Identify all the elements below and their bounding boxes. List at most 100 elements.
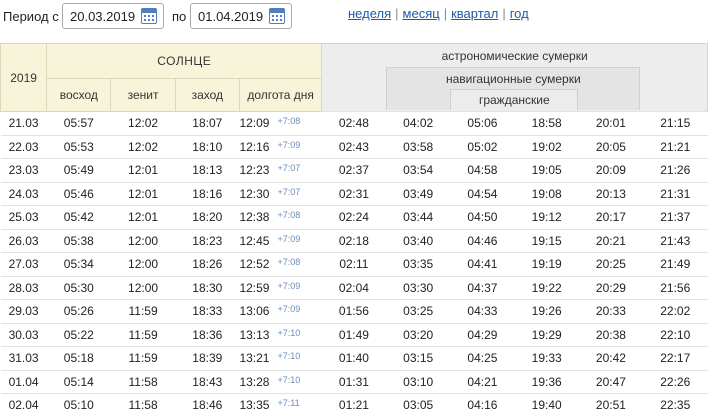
- table-row: 02.04 05:10 11:58 18:46 13:35 +7:11 01:21 03:05…: [0, 393, 708, 417]
- link-month[interactable]: месяц: [403, 6, 440, 21]
- astronomical-dusk-cell: 22:10: [643, 322, 708, 347]
- nautical-dawn-cell: 03:44: [386, 205, 451, 229]
- nautical-dawn-cell: 03:40: [386, 228, 451, 253]
- sunrise-cell: 05:14: [46, 369, 111, 394]
- nautical-dawn-cell: 03:35: [386, 252, 451, 276]
- astronomical-dusk-cell: 22:17: [643, 346, 708, 370]
- nautical-twilight-box: навигационные сумерки гражданские: [386, 67, 641, 110]
- date-cell: 21.03: [0, 111, 47, 135]
- link-quarter[interactable]: квартал: [451, 6, 498, 21]
- astronomical-dusk-cell: 21:21: [643, 134, 708, 159]
- zenith-cell: 12:01: [110, 205, 176, 229]
- sunset-cell: 18:36: [175, 322, 240, 347]
- day-length-delta: +7:10: [277, 327, 301, 338]
- day-length-delta: +7:11: [277, 398, 300, 409]
- nautical-dusk-cell: 20:21: [578, 228, 644, 253]
- table-row: 24.03 05:46 12:01 18:16 12:30 +7:07 02:31 03:49…: [0, 181, 708, 206]
- range-links: неделя | месяц | квартал | год: [348, 6, 529, 21]
- date-to-field[interactable]: 01.04.2019: [190, 3, 292, 29]
- link-week[interactable]: неделя: [348, 6, 391, 21]
- date-cell: 01.04: [0, 369, 47, 394]
- table-row: 30.03 05:22 11:59 18:36 13:13 +7:10 01:49 03:20…: [0, 322, 708, 347]
- nautical-dusk-cell: 20:05: [578, 134, 644, 159]
- civil-dusk-cell: 19:36: [514, 369, 579, 394]
- astronomical-dusk-cell: 22:35: [643, 393, 708, 417]
- day-length-cell: 12:38 +7:08: [239, 205, 322, 229]
- sun-header: СОЛНЦЕ: [46, 43, 323, 79]
- zenith-cell: 12:02: [110, 134, 176, 159]
- sunrise-cell: 05:30: [46, 275, 111, 300]
- date-from-field[interactable]: 20.03.2019: [62, 3, 164, 29]
- day-length-cell: 13:06 +7:09: [239, 299, 322, 323]
- day-length-cell: 12:16 +7:09: [239, 134, 322, 159]
- sunrise-cell: 05:42: [46, 205, 111, 229]
- civil-dawn-cell: 04:58: [450, 158, 515, 182]
- zenith-cell: 12:00: [110, 275, 176, 300]
- day-length-value: 13:35: [239, 398, 270, 413]
- table-row: 01.04 05:14 11:58 18:43 13:28 +7:10 01:31 03:10…: [0, 369, 708, 394]
- civil-twilight-label: гражданские: [478, 93, 550, 107]
- civil-dusk-cell: 19:22: [514, 275, 579, 300]
- day-length-value: 12:38: [239, 210, 270, 225]
- civil-dawn-cell: 04:33: [450, 299, 515, 323]
- day-length-value: 13:21: [239, 351, 270, 366]
- date-cell: 22.03: [0, 134, 47, 159]
- civil-dusk-cell: 19:02: [514, 134, 579, 159]
- day-length-cell: 13:21 +7:10: [239, 346, 322, 370]
- zenith-cell: 11:58: [110, 369, 176, 394]
- civil-dusk-cell: 19:19: [514, 252, 579, 276]
- table-row: 29.03 05:26 11:59 18:33 13:06 +7:09 01:56 03:25…: [0, 299, 708, 323]
- sunset-cell: 18:46: [175, 393, 240, 417]
- sunrise-cell: 05:22: [46, 322, 111, 347]
- astronomical-dusk-cell: 22:02: [643, 299, 708, 323]
- civil-dawn-cell: 05:06: [450, 111, 515, 135]
- date-cell: 24.03: [0, 181, 47, 206]
- astronomical-dusk-cell: 21:15: [643, 111, 708, 135]
- sunrise-cell: 05:10: [46, 393, 111, 417]
- sunset-cell: 18:10: [175, 134, 240, 159]
- sunrise-cell: 05:57: [46, 111, 111, 135]
- link-year[interactable]: год: [510, 6, 529, 21]
- table-body: 21.03 05:57 12:02 18:07 12:09 +7:08 02:48 04:02…: [0, 111, 708, 417]
- astronomical-dusk-cell: 21:49: [643, 252, 708, 276]
- table-row: 31.03 05:18 11:59 18:39 13:21 +7:10 01:40 03:15…: [0, 346, 708, 370]
- day-length-value: 12:16: [239, 139, 270, 154]
- day-length-cell: 13:35 +7:11: [239, 393, 322, 417]
- sunrise-cell: 05:46: [46, 181, 111, 206]
- sunset-cell: 18:20: [175, 205, 240, 229]
- astronomical-dusk-cell: 21:43: [643, 228, 708, 253]
- day-length-cell: 12:23 +7:07: [239, 158, 322, 182]
- zenith-cell: 11:58: [110, 393, 176, 417]
- nautical-dawn-cell: 03:54: [386, 158, 451, 182]
- calendar-icon[interactable]: [141, 8, 157, 24]
- sunrise-cell: 05:49: [46, 158, 111, 182]
- day-length-value: 12:52: [239, 257, 270, 272]
- astronomical-dawn-cell: 01:49: [321, 322, 387, 347]
- civil-dawn-cell: 04:16: [450, 393, 515, 417]
- sunrise-cell: 05:53: [46, 134, 111, 159]
- nautical-dawn-cell: 03:05: [386, 393, 451, 417]
- table-row: 25.03 05:42 12:01 18:20 12:38 +7:08 02:24 03:44…: [0, 205, 708, 229]
- table-row: 21.03 05:57 12:02 18:07 12:09 +7:08 02:48 04:02…: [0, 111, 708, 135]
- calendar-icon[interactable]: [269, 8, 285, 24]
- sunrise-cell: 05:26: [46, 299, 111, 323]
- sunset-cell: 18:07: [175, 111, 240, 135]
- period-bar: Период с 20.03.2019 по 01.04.2019 неделя…: [0, 0, 708, 42]
- civil-dawn-cell: 04:54: [450, 181, 515, 206]
- astronomical-dawn-cell: 02:18: [321, 228, 387, 253]
- day-length-value: 12:09: [239, 116, 270, 131]
- civil-dawn-cell: 04:29: [450, 322, 515, 347]
- nautical-dusk-cell: 20:17: [578, 205, 644, 229]
- sunrise-cell: 05:18: [46, 346, 111, 370]
- astronomical-twilight-label: астрономические сумерки: [441, 49, 588, 63]
- col-sunset: заход: [174, 78, 240, 112]
- day-length-value: 12:45: [239, 233, 270, 248]
- zenith-cell: 12:01: [110, 181, 176, 206]
- astronomical-dawn-cell: 01:31: [321, 369, 387, 394]
- zenith-cell: 12:02: [110, 111, 176, 135]
- year-header: 2019: [0, 43, 48, 112]
- nautical-dusk-cell: 20:51: [578, 393, 644, 417]
- astronomical-dawn-cell: 02:37: [321, 158, 387, 182]
- zenith-cell: 12:00: [110, 252, 176, 276]
- nautical-dusk-cell: 20:38: [578, 322, 644, 347]
